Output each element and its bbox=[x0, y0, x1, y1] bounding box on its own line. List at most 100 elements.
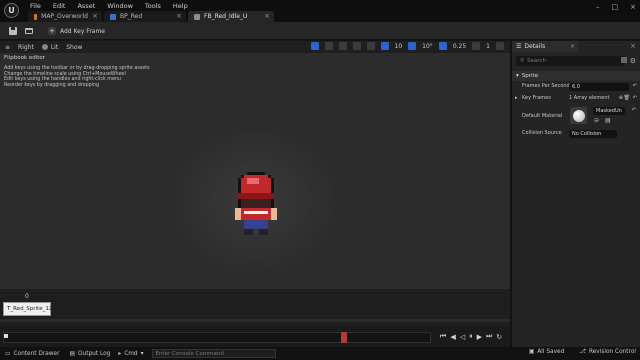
console-input[interactable]: Enter Console Command bbox=[151, 349, 276, 358]
minimize-icon[interactable]: – bbox=[596, 3, 600, 11]
tab-map-overworld[interactable]: MAP_Overworld × bbox=[28, 11, 102, 22]
frames-per-second-field[interactable]: 6.0 bbox=[569, 83, 629, 91]
main-menu: File Edit Asset Window Tools Help bbox=[30, 2, 188, 10]
section-label: Sprite bbox=[521, 73, 539, 79]
cmd-dropdown[interactable]: ▸ Cmd ▾ bbox=[118, 351, 143, 357]
loop-icon[interactable]: ↻ bbox=[496, 333, 502, 341]
level-icon bbox=[34, 13, 38, 20]
skip-to-start-icon[interactable]: ⏮ bbox=[440, 332, 446, 341]
step-back-icon[interactable]: ◀ bbox=[450, 333, 455, 341]
lit-mode-dropdown[interactable]: Lit bbox=[41, 44, 58, 51]
material-sphere-icon bbox=[572, 109, 585, 122]
revision-control-button[interactable]: ⎇ Revision Control bbox=[579, 349, 636, 355]
scale-icon[interactable] bbox=[352, 42, 361, 50]
show-label: Show bbox=[66, 43, 83, 51]
menu-file[interactable]: File bbox=[30, 2, 41, 10]
details-tab[interactable]: ☰ Details × bbox=[512, 41, 578, 52]
key-frames-count: 1 Array element bbox=[569, 95, 610, 101]
browse-icon[interactable] bbox=[24, 26, 34, 36]
collision-source-label: Collision Source bbox=[522, 130, 562, 136]
lit-icon bbox=[41, 44, 48, 50]
flipbook-timeline[interactable]: 0 T_Red_Sprite_12 bbox=[0, 289, 510, 327]
close-icon[interactable]: × bbox=[92, 12, 98, 20]
menu-edit[interactable]: Edit bbox=[53, 2, 66, 10]
world-local-icon[interactable] bbox=[366, 42, 375, 50]
flipbook-icon bbox=[194, 13, 200, 20]
reset-icon[interactable]: ↶ bbox=[632, 107, 636, 113]
add-key-frame-button[interactable]: + Add Key Frame bbox=[48, 25, 105, 37]
menu-tools[interactable]: Tools bbox=[145, 2, 161, 10]
material-thumbnail[interactable] bbox=[570, 107, 587, 124]
cmd-icon: ▸ bbox=[118, 350, 122, 357]
menu-window[interactable]: Window bbox=[107, 2, 133, 10]
scrub-start-marker bbox=[4, 334, 8, 338]
scale-snap-icon[interactable] bbox=[438, 42, 447, 50]
menu-help[interactable]: Help bbox=[173, 2, 188, 10]
close-window-icon[interactable]: × bbox=[630, 3, 636, 11]
editor-title: Flipbook editor bbox=[4, 55, 46, 61]
browse-asset-icon[interactable]: ▤ bbox=[605, 117, 611, 124]
viewport-menu-icon[interactable]: ≡ bbox=[5, 44, 10, 51]
show-dropdown[interactable]: Show bbox=[66, 44, 82, 51]
panel-close-icon[interactable]: × bbox=[630, 42, 636, 50]
view-mode-dropdown[interactable]: Right bbox=[18, 44, 34, 51]
add-element-icon[interactable]: ⊕ bbox=[619, 95, 623, 101]
scale-snap-value[interactable]: 0.25 bbox=[453, 43, 466, 50]
settings-gear-icon[interactable]: ⚙ bbox=[630, 57, 636, 65]
details-tab-label: Details bbox=[524, 43, 546, 50]
reset-icon[interactable]: ↶ bbox=[633, 83, 637, 89]
angle-snap-value[interactable]: 10° bbox=[422, 43, 433, 50]
save-icon[interactable] bbox=[8, 26, 18, 36]
output-log-button[interactable]: ▤ Output Log bbox=[69, 351, 110, 357]
pause-icon[interactable]: ⏸ bbox=[469, 332, 473, 341]
reset-icon[interactable]: ↶ bbox=[633, 95, 637, 101]
play-reverse-icon[interactable]: ◁ bbox=[460, 333, 465, 341]
skip-to-end-icon[interactable]: ⏭ bbox=[486, 332, 492, 341]
select-mode-icon[interactable] bbox=[310, 42, 319, 50]
revision-control-icon: ⎇ bbox=[579, 349, 586, 355]
chevron-down-icon: ▾ bbox=[516, 73, 519, 79]
add-key-frame-label: Add Key Frame bbox=[60, 27, 106, 35]
camera-speed-icon[interactable] bbox=[472, 42, 481, 50]
section-sprite[interactable]: ▾ Sprite bbox=[512, 71, 640, 81]
key-frame-block[interactable]: T_Red_Sprite_12 bbox=[3, 302, 52, 316]
close-icon[interactable]: × bbox=[570, 43, 575, 50]
maximize-icon[interactable]: □ bbox=[612, 3, 619, 11]
default-material-dropdown[interactable]: MaskedUn bbox=[593, 107, 625, 115]
details-search-input[interactable]: ⚲ Search bbox=[516, 56, 624, 66]
translate-icon[interactable] bbox=[324, 42, 333, 50]
window-controls: – □ × bbox=[596, 3, 636, 11]
close-icon[interactable]: × bbox=[176, 12, 182, 20]
delete-icon[interactable]: 🗑 bbox=[624, 95, 630, 101]
tab-fb-red-idle-u[interactable]: FB_Red_Idle_U × bbox=[188, 11, 274, 22]
add-icon: + bbox=[48, 27, 56, 35]
angle-snap-icon[interactable] bbox=[408, 42, 417, 50]
unreal-logo-icon[interactable]: U bbox=[4, 3, 19, 18]
scrub-handle[interactable] bbox=[341, 332, 347, 343]
hint-line: Add keys using the toolbar or by drag-dr… bbox=[4, 66, 150, 71]
grid-snap-icon[interactable] bbox=[380, 42, 389, 50]
blueprint-icon bbox=[110, 13, 116, 20]
all-saved-button[interactable]: ▣ All Saved bbox=[529, 349, 564, 355]
scrub-track[interactable] bbox=[3, 332, 431, 343]
close-icon[interactable]: × bbox=[264, 12, 270, 20]
status-right: ▣ All Saved ⎇ Revision Control bbox=[524, 349, 636, 355]
viewport[interactable]: ≡ Right Lit Show 10 10° 0.25 1 Flipbook … bbox=[0, 41, 510, 318]
menu-asset[interactable]: Asset bbox=[77, 2, 95, 10]
maximize-viewport-icon[interactable] bbox=[496, 42, 504, 50]
rotate-icon[interactable] bbox=[338, 42, 347, 50]
details-panel: ☰ Details × × ⚲ Search ⚙ ▾ Sprite Frames… bbox=[511, 41, 640, 347]
tab-bp-red[interactable]: BP_Red × bbox=[104, 11, 186, 22]
hint-line: Reorder keys by dragging and dropping bbox=[4, 82, 100, 88]
chevron-right-icon[interactable]: ▸ bbox=[515, 95, 518, 101]
use-selected-icon[interactable]: ⊖ bbox=[594, 117, 599, 124]
collision-source-dropdown[interactable]: No Collision bbox=[569, 130, 617, 138]
grid-size-value[interactable]: 10 bbox=[395, 43, 403, 50]
camera-speed-value[interactable]: 1 bbox=[486, 43, 490, 50]
tab-label: BP_Red bbox=[120, 13, 143, 20]
layout-icon[interactable] bbox=[620, 57, 627, 63]
content-drawer-button[interactable]: ▭ Content Drawer bbox=[5, 351, 59, 357]
step-forward-icon[interactable]: ▶ bbox=[477, 333, 482, 341]
viewport-snap-controls: 10 10° 0.25 1 bbox=[310, 42, 504, 50]
playback-bar: ⏮ ◀ ◁ ⏸ ▶ ⏭ ↻ bbox=[0, 327, 510, 347]
